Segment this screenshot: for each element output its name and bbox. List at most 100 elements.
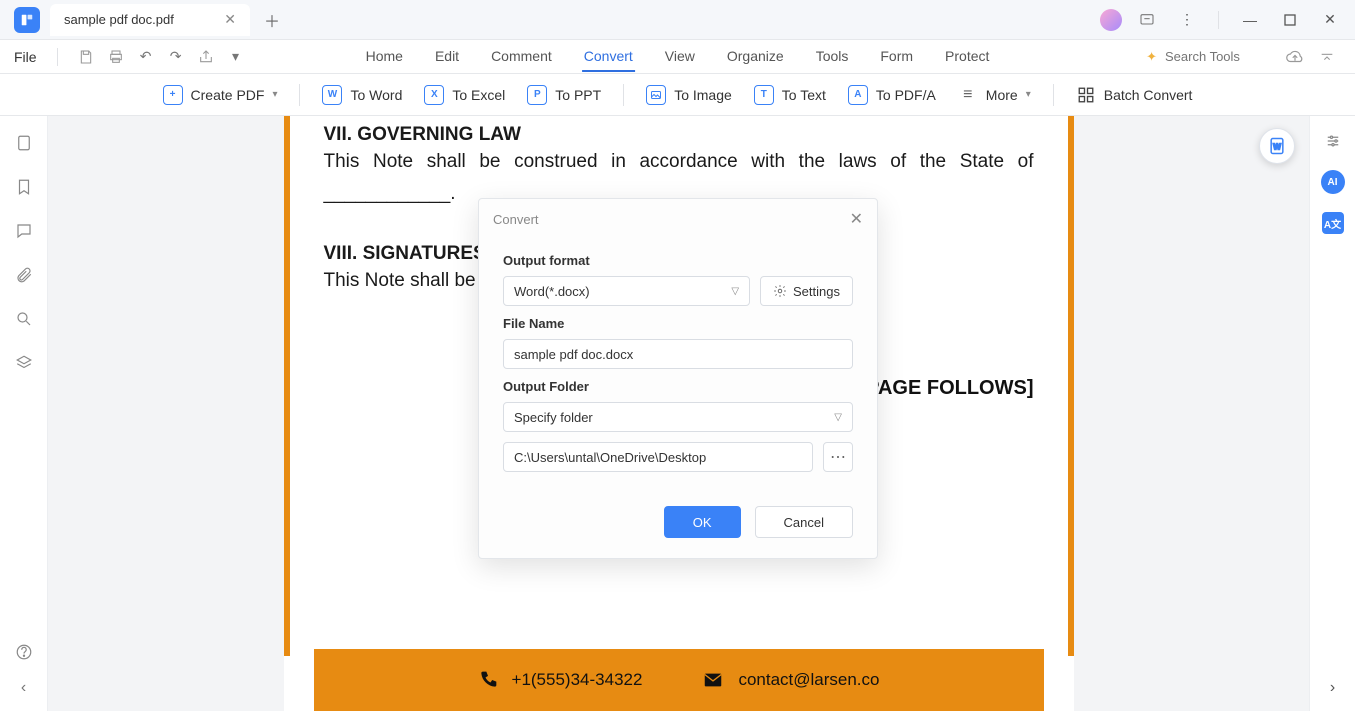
footer-email: contact@larsen.co: [738, 670, 879, 690]
label: Create PDF: [191, 87, 265, 103]
label: To PDF/A: [876, 87, 936, 103]
properties-icon[interactable]: [1322, 130, 1344, 152]
phone-icon: [478, 670, 498, 690]
search-tools-input[interactable]: [1165, 49, 1275, 64]
close-window-button[interactable]: ✕: [1315, 5, 1345, 35]
close-tab-icon[interactable]: ✕: [220, 11, 240, 28]
create-pdf-button[interactable]: +Create PDF▾: [163, 85, 278, 105]
float-word-button[interactable]: W: [1259, 128, 1295, 164]
cancel-button[interactable]: Cancel: [755, 506, 853, 538]
heading-7: VII. GOVERNING LAW: [324, 124, 1034, 146]
to-image-button[interactable]: To Image: [646, 85, 732, 105]
undo-icon[interactable]: ↶: [134, 45, 158, 69]
minimize-button[interactable]: —: [1235, 5, 1265, 35]
collapse-ribbon-icon[interactable]: [1315, 45, 1339, 69]
thumbnails-icon[interactable]: [13, 132, 35, 154]
separator: [1218, 11, 1219, 29]
to-pdfa-button[interactable]: ATo PDF/A: [848, 85, 936, 105]
label: Settings: [793, 284, 840, 299]
tab-organize[interactable]: Organize: [725, 42, 786, 72]
label: To Word: [350, 87, 402, 103]
dialog-title: Convert: [493, 212, 539, 227]
ok-button[interactable]: OK: [664, 506, 741, 538]
label: To Excel: [452, 87, 505, 103]
bookmarks-icon[interactable]: [13, 176, 35, 198]
tab-title: sample pdf doc.pdf: [64, 12, 174, 27]
output-folder-mode-value: Specify folder: [514, 410, 593, 425]
file-name-input[interactable]: sample pdf doc.docx: [503, 339, 853, 369]
share-icon[interactable]: [194, 45, 218, 69]
to-ppt-button[interactable]: PTo PPT: [527, 85, 601, 105]
tab-home[interactable]: Home: [364, 42, 405, 72]
footer-phone: +1(555)34-34322: [512, 670, 643, 690]
convert-ribbon: +Create PDF▾ WTo Word XTo Excel PTo PPT …: [0, 74, 1355, 116]
print-icon[interactable]: [104, 45, 128, 69]
menubar: File ↶ ↷ ▾ Home Edit Comment Convert Vie…: [0, 40, 1355, 74]
label: More: [986, 87, 1018, 103]
separator: [57, 48, 58, 66]
to-text-button[interactable]: TTo Text: [754, 85, 826, 105]
separator: [1053, 84, 1054, 106]
tab-view[interactable]: View: [663, 42, 697, 72]
dialog-close-button[interactable]: ✕: [850, 209, 863, 229]
tab-tools[interactable]: Tools: [814, 42, 851, 72]
sparkle-icon: ✦: [1146, 49, 1157, 65]
convert-dialog: Convert ✕ Output format Word(*.docx) ▽ S…: [478, 198, 878, 559]
titlebar: sample pdf doc.pdf ✕ ＋ ⋮ — ✕: [0, 0, 1355, 40]
main-tabs: Home Edit Comment Convert View Organize …: [364, 42, 992, 72]
settings-button[interactable]: Settings: [760, 276, 853, 306]
output-format-value: Word(*.docx): [514, 284, 590, 299]
page-footer: +1(555)34-34322 contact@larsen.co: [314, 649, 1044, 711]
output-format-select[interactable]: Word(*.docx) ▽: [503, 276, 750, 306]
user-avatar[interactable]: [1100, 9, 1122, 31]
label: Batch Convert: [1104, 87, 1193, 103]
ai-icon[interactable]: AI: [1321, 170, 1345, 194]
output-format-label: Output format: [503, 253, 853, 268]
redo-icon[interactable]: ↷: [164, 45, 188, 69]
tab-form[interactable]: Form: [878, 42, 915, 72]
batch-convert-button[interactable]: Batch Convert: [1076, 85, 1193, 105]
new-tab-button[interactable]: ＋: [258, 6, 286, 34]
more-quick-actions[interactable]: ▾: [224, 45, 248, 69]
separator: [299, 84, 300, 106]
output-folder-mode-select[interactable]: Specify folder ▽: [503, 402, 853, 432]
right-sidebar: AI A文 ›: [1309, 116, 1355, 711]
search-icon[interactable]: [13, 308, 35, 330]
chevron-down-icon: ▽: [834, 412, 842, 423]
output-folder-path-value: C:\Users\untal\OneDrive\Desktop: [514, 450, 706, 465]
help-icon[interactable]: [13, 641, 35, 663]
label: To Text: [782, 87, 826, 103]
feedback-icon[interactable]: [1132, 5, 1162, 35]
translate-icon[interactable]: A文: [1322, 212, 1344, 234]
comments-icon[interactable]: [13, 220, 35, 242]
svg-text:W: W: [1273, 141, 1281, 151]
tab-comment[interactable]: Comment: [489, 42, 554, 72]
maximize-button[interactable]: [1275, 5, 1305, 35]
output-folder-path-input[interactable]: C:\Users\untal\OneDrive\Desktop: [503, 442, 813, 472]
to-word-button[interactable]: WTo Word: [322, 85, 402, 105]
save-icon[interactable]: [74, 45, 98, 69]
collapse-right-icon[interactable]: ›: [1322, 677, 1344, 699]
file-name-value: sample pdf doc.docx: [514, 347, 633, 362]
file-name-label: File Name: [503, 316, 853, 331]
document-tab[interactable]: sample pdf doc.pdf ✕: [50, 4, 250, 36]
gear-icon: [773, 284, 787, 298]
email-icon: [702, 669, 724, 691]
tab-convert[interactable]: Convert: [582, 42, 635, 72]
left-sidebar: ‹: [0, 116, 48, 711]
to-excel-button[interactable]: XTo Excel: [424, 85, 505, 105]
file-menu[interactable]: File: [0, 49, 51, 65]
collapse-left-icon[interactable]: ‹: [13, 677, 35, 699]
layers-icon[interactable]: [13, 352, 35, 374]
more-button[interactable]: ≡More▾: [958, 85, 1031, 105]
browse-folder-button[interactable]: ⋯: [823, 442, 853, 472]
output-folder-label: Output Folder: [503, 379, 853, 394]
label: To PPT: [555, 87, 601, 103]
kebab-menu-icon[interactable]: ⋮: [1172, 5, 1202, 35]
tab-protect[interactable]: Protect: [943, 42, 991, 72]
label: To Image: [674, 87, 732, 103]
separator: [623, 84, 624, 106]
attachments-icon[interactable]: [13, 264, 35, 286]
cloud-upload-icon[interactable]: [1283, 45, 1307, 69]
tab-edit[interactable]: Edit: [433, 42, 461, 72]
